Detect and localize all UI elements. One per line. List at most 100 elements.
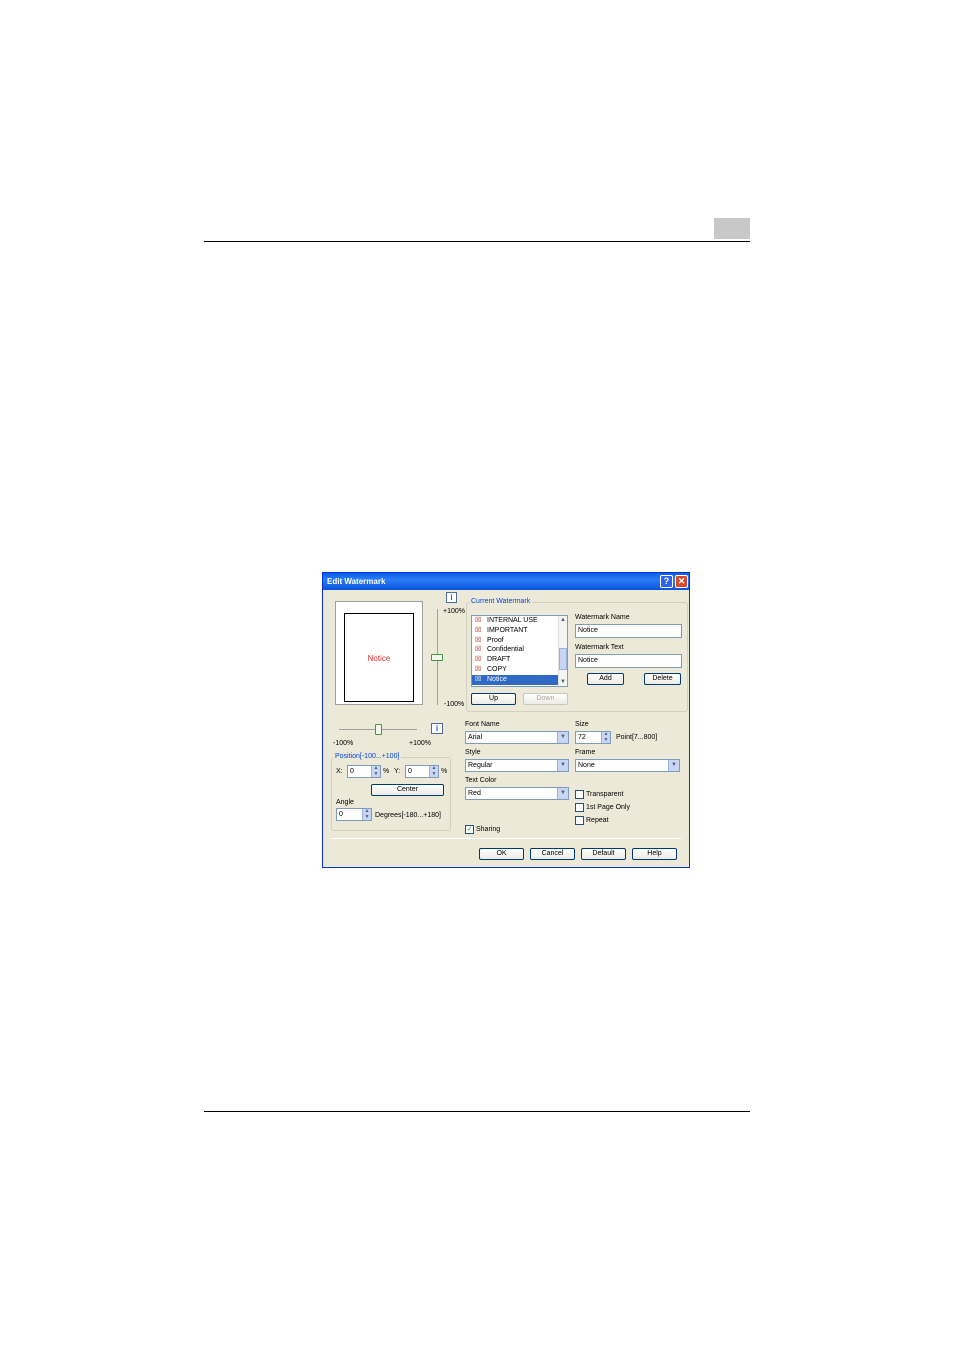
horizontal-right-label: +100% bbox=[409, 740, 431, 747]
default-button[interactable]: Default bbox=[581, 848, 626, 860]
font-name-select[interactable]: Arial ▼ bbox=[465, 731, 569, 744]
cancel-button[interactable]: Cancel bbox=[530, 848, 575, 860]
list-item[interactable]: ☒ DRAFT bbox=[472, 655, 567, 665]
y-label: Y: bbox=[394, 768, 401, 775]
frame-value: None bbox=[578, 762, 595, 769]
center-button[interactable]: Center bbox=[371, 784, 444, 796]
y-stepper[interactable]: 0 ▲ ▼ bbox=[405, 765, 439, 778]
x-value: 0 bbox=[350, 768, 354, 775]
current-watermark-label: Current Watermark bbox=[469, 598, 533, 605]
style-select[interactable]: Regular ▼ bbox=[465, 759, 569, 772]
watermark-item-icon: ☒ bbox=[475, 636, 482, 644]
watermark-name-label: Watermark Name bbox=[575, 614, 630, 621]
chapter-tab bbox=[714, 218, 750, 239]
y-unit: % bbox=[441, 768, 448, 775]
spin-down-icon[interactable]: ▼ bbox=[372, 771, 380, 778]
list-item[interactable]: ☒ IMPORTANT bbox=[472, 626, 567, 636]
horizontal-reset-icon[interactable]: i bbox=[431, 723, 443, 734]
checkbox-box[interactable] bbox=[575, 790, 584, 799]
sharing-checkbox[interactable]: ✓ Sharing bbox=[465, 825, 500, 834]
list-scrollbar[interactable]: ▲ ▼ bbox=[558, 616, 567, 686]
first-page-only-label: 1st Page Only bbox=[586, 804, 630, 811]
transparent-checkbox[interactable]: Transparent bbox=[575, 790, 623, 799]
check-icon[interactable]: ✓ bbox=[465, 825, 474, 834]
angle-value: 0 bbox=[339, 811, 343, 818]
size-stepper[interactable]: 72 ▲ ▼ bbox=[575, 731, 611, 744]
footer-rule bbox=[204, 1111, 750, 1112]
list-item[interactable]: ☒ Proof bbox=[472, 636, 567, 646]
text-color-select[interactable]: Red ▼ bbox=[465, 787, 569, 800]
add-button[interactable]: Add bbox=[587, 673, 624, 685]
repeat-checkbox[interactable]: Repeat bbox=[575, 816, 609, 825]
style-value: Regular bbox=[468, 762, 493, 769]
list-item[interactable]: ☒ Confidential bbox=[472, 645, 567, 655]
list-item-label: DRAFT bbox=[487, 656, 511, 664]
first-page-only-checkbox[interactable]: 1st Page Only bbox=[575, 803, 630, 812]
list-item[interactable]: ☒ INTERNAL USE bbox=[472, 616, 567, 626]
y-spin-buttons[interactable]: ▲ ▼ bbox=[429, 765, 438, 778]
vertical-slider-thumb[interactable] bbox=[431, 654, 443, 661]
position-group-label: Position[-100...+100] bbox=[333, 753, 402, 760]
watermark-list[interactable]: ☒ INTERNAL USE ☒ IMPORTANT ☒ Proof ☒ Confide… bbox=[471, 615, 568, 687]
header-rule bbox=[204, 241, 750, 242]
size-label: Size bbox=[575, 721, 589, 728]
scroll-up-icon[interactable]: ▲ bbox=[559, 616, 567, 624]
watermark-text-label: Watermark Text bbox=[575, 644, 624, 651]
help-button[interactable]: Help bbox=[632, 848, 677, 860]
x-unit: % bbox=[383, 768, 390, 775]
sharing-label: Sharing bbox=[476, 826, 501, 833]
watermark-text-input[interactable]: Notice bbox=[575, 654, 682, 668]
ok-button[interactable]: OK bbox=[479, 848, 524, 860]
down-button[interactable]: Down bbox=[523, 693, 568, 705]
preview-watermark-text: Notice bbox=[367, 654, 391, 663]
size-spin-buttons[interactable]: ▲ ▼ bbox=[601, 731, 610, 744]
watermark-item-icon: ☒ bbox=[475, 675, 482, 683]
up-button[interactable]: Up bbox=[471, 693, 516, 705]
checkbox-box[interactable] bbox=[575, 803, 584, 812]
transparent-label: Transparent bbox=[586, 791, 624, 798]
checkbox-box[interactable] bbox=[575, 816, 584, 825]
watermark-preview: Notice bbox=[335, 601, 423, 705]
chevron-down-icon[interactable]: ▼ bbox=[557, 732, 568, 743]
spin-down-icon[interactable]: ▼ bbox=[602, 737, 610, 744]
watermark-item-icon: ☒ bbox=[475, 656, 482, 664]
text-color-label: Text Color bbox=[465, 777, 497, 784]
x-stepper[interactable]: 0 ▲ ▼ bbox=[347, 765, 381, 778]
list-item[interactable]: ☒ COPY bbox=[472, 665, 567, 675]
watermark-item-icon: ☒ bbox=[475, 626, 482, 634]
close-icon[interactable]: ✕ bbox=[675, 575, 688, 588]
frame-label: Frame bbox=[575, 749, 596, 756]
edit-watermark-dialog: Edit Watermark ? ✕ Notice i +100% -100% … bbox=[322, 572, 690, 868]
horizontal-slider-thumb[interactable] bbox=[375, 724, 382, 735]
chevron-down-icon[interactable]: ▼ bbox=[557, 788, 568, 799]
list-item-selected[interactable]: ☒ Notice bbox=[472, 674, 567, 685]
dialog-titlebar[interactable]: Edit Watermark ? ✕ bbox=[323, 573, 689, 590]
scroll-thumb[interactable] bbox=[559, 648, 567, 670]
vertical-bottom-label: -100% bbox=[444, 701, 465, 708]
font-name-label: Font Name bbox=[465, 721, 500, 728]
watermark-item-icon: ☒ bbox=[475, 617, 482, 624]
y-value: 0 bbox=[408, 768, 412, 775]
font-name-value: Arial bbox=[468, 734, 483, 741]
text-color-value: Red bbox=[468, 790, 481, 797]
vertical-reset-icon[interactable]: i bbox=[446, 592, 457, 603]
help-icon[interactable]: ? bbox=[660, 575, 673, 588]
size-value: 72 bbox=[578, 734, 586, 741]
list-item-label: INTERNAL USE bbox=[487, 617, 538, 624]
angle-stepper[interactable]: 0 ▲ ▼ bbox=[336, 808, 372, 821]
watermark-name-input[interactable]: Notice bbox=[575, 624, 682, 638]
frame-select[interactable]: None ▼ bbox=[575, 759, 680, 772]
chevron-down-icon[interactable]: ▼ bbox=[668, 760, 679, 771]
watermark-item-icon: ☒ bbox=[475, 646, 482, 654]
delete-button[interactable]: Delete bbox=[644, 673, 681, 685]
list-item-label: IMPORTANT bbox=[487, 626, 528, 634]
spin-down-icon[interactable]: ▼ bbox=[430, 771, 438, 778]
angle-spin-buttons[interactable]: ▲ ▼ bbox=[362, 808, 371, 821]
preview-page: Notice bbox=[344, 613, 414, 702]
spin-down-icon[interactable]: ▼ bbox=[363, 814, 371, 821]
chevron-down-icon[interactable]: ▼ bbox=[557, 760, 568, 771]
x-spin-buttons[interactable]: ▲ ▼ bbox=[371, 765, 380, 778]
scroll-down-icon[interactable]: ▼ bbox=[559, 678, 567, 686]
repeat-label: Repeat bbox=[586, 817, 609, 824]
vertical-top-label: +100% bbox=[443, 608, 465, 615]
